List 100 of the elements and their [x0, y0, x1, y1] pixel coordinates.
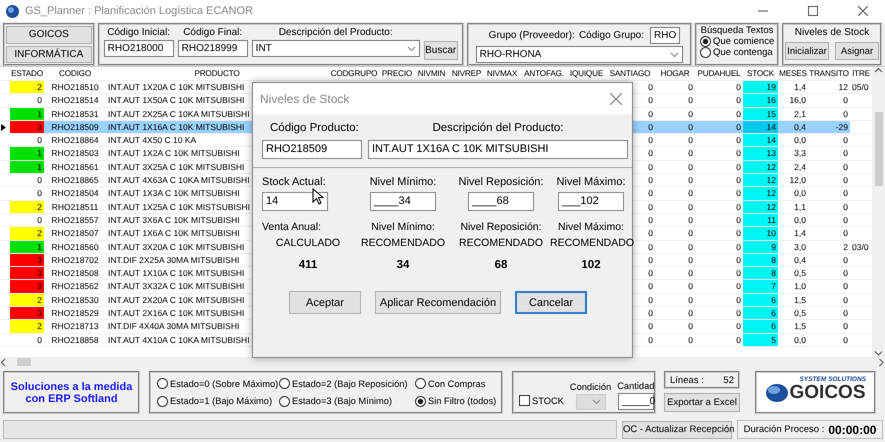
radio-button[interactable] — [279, 378, 290, 390]
input-field[interactable]: _____0 — [618, 393, 654, 410]
horizontal-scrollbar[interactable] — [0, 357, 885, 367]
table-cell: 1 — [37, 242, 42, 252]
input-field[interactable]: ___102 — [558, 192, 624, 211]
update-button[interactable]: OC - Actualizar Recepción — [622, 420, 732, 438]
table-cell: 0 — [843, 294, 848, 305]
table-cell: INT.AUT 3X20A C 10K MITSUBISHI — [108, 242, 244, 252]
column-header[interactable]: CODGRUPO — [328, 67, 380, 80]
column-header[interactable]: CODIGO — [44, 67, 106, 80]
column-header[interactable]: PRODUCTO — [106, 67, 328, 80]
maximize-icon[interactable] — [808, 6, 818, 16]
field-label: Descripción del Producto: — [432, 122, 564, 134]
export-button[interactable]: Exportar a Excel — [664, 393, 740, 412]
table-cell: INT.AUT 2X16A C 10K MITSUBISHI — [108, 308, 244, 318]
dropdown[interactable]: RHO-RHONA — [476, 46, 683, 63]
input-field[interactable]: RHO218000 — [104, 40, 174, 57]
close-icon[interactable] — [858, 6, 868, 16]
dropdown[interactable]: INT — [252, 40, 420, 57]
column-header[interactable]: NIVMIN — [414, 67, 449, 80]
table-cell: 0 — [843, 175, 848, 186]
column-header[interactable]: STOCK — [743, 67, 778, 80]
radio-label: Que comience — [713, 36, 774, 47]
scrollbar-thumb[interactable] — [874, 112, 882, 186]
table-cell: 6 — [771, 321, 776, 332]
field-label: Venta Anual: — [262, 221, 321, 233]
field-label: RECOMENDADO — [458, 237, 543, 249]
table-cell: 0 — [843, 281, 848, 292]
table-cell: 0,4 — [794, 254, 806, 265]
table-cell: 0 — [688, 135, 693, 146]
column-header[interactable]: IQUIQUE — [568, 67, 605, 80]
table-cell: 1 — [37, 108, 42, 119]
vertical-scrollbar[interactable] — [872, 67, 885, 357]
radio-button[interactable] — [415, 396, 426, 407]
duration-label: Duración Proceso : — [744, 424, 824, 435]
table-cell: 0 — [688, 148, 693, 158]
column-header[interactable]: ITRE — [850, 67, 872, 80]
table-cell: 0 — [843, 214, 848, 225]
column-header[interactable]: TRANSITO — [808, 67, 850, 80]
table-cell: 1 — [37, 162, 42, 172]
column-header[interactable]: ESTADO — [10, 67, 44, 80]
search-button[interactable]: Buscar — [424, 41, 458, 60]
radio-button[interactable] — [415, 378, 426, 390]
dialog-button[interactable]: Aceptar — [289, 291, 361, 314]
table-cell: 2 — [843, 242, 848, 252]
radio-button[interactable] — [157, 396, 168, 407]
input-field[interactable]: ____34 — [370, 192, 436, 211]
table-cell: 0,5 — [794, 268, 806, 278]
table-cell: 0 — [37, 334, 42, 345]
input-field[interactable]: RHO218999 — [178, 40, 248, 57]
brand-button[interactable]: GOICOS — [6, 26, 92, 44]
table-cell: 12 — [766, 175, 776, 186]
lines-label: Líneas : — [670, 374, 704, 386]
table-cell: INT.AUT 1X16A C 10K MITSUBISHI — [108, 122, 244, 132]
close-icon[interactable] — [610, 92, 622, 104]
radio-button[interactable] — [279, 396, 290, 407]
checkbox[interactable] — [519, 395, 530, 406]
table-cell: 0 — [736, 95, 741, 106]
table-cell: 8 — [771, 268, 776, 278]
input-field[interactable]: 14 — [262, 192, 328, 211]
table-cell: 2 — [37, 321, 42, 332]
table-cell: 0 — [648, 122, 653, 132]
swirl-icon — [765, 382, 790, 402]
table-cell: 1,4 — [794, 228, 806, 238]
scrollbar-thumb[interactable] — [17, 358, 31, 366]
dialog-button[interactable]: Aplicar Recomendación — [375, 291, 501, 314]
column-header[interactable]: SANTIAGO — [605, 67, 655, 80]
logo-text: GOICOS — [789, 382, 866, 404]
column-header[interactable]: HOGAR — [655, 67, 695, 80]
radio-button[interactable] — [700, 36, 711, 47]
toolbar-button[interactable]: Asignar — [835, 42, 879, 60]
table-cell: 12 — [838, 82, 848, 92]
table-cell: 3,3 — [794, 148, 806, 158]
column-header[interactable]: PRECIO — [380, 67, 414, 80]
table-cell: 0 — [843, 135, 848, 146]
toolbar-button[interactable]: Inicializar — [785, 42, 829, 60]
table-cell: INT.AUT 1X20A C 10K MITSUBISHI — [108, 82, 244, 92]
table-cell: RHO218562 — [51, 281, 99, 292]
table-cell: RHO218504 — [51, 188, 99, 198]
field-label: Nivel Máximo: — [556, 176, 626, 188]
table-cell: 0 — [688, 122, 693, 132]
radio-button[interactable] — [700, 47, 711, 58]
dialog-button[interactable]: Cancelar — [515, 291, 587, 314]
table-cell: 0 — [648, 82, 653, 92]
table-cell: -29 — [836, 122, 848, 132]
column-header[interactable]: NIVMAX — [484, 67, 520, 80]
table-cell: RHO218511 — [52, 202, 98, 212]
column-header[interactable]: NIVREP — [449, 67, 484, 80]
input-field[interactable]: INT.AUT 1X16A C 10K MITSUBISHI — [368, 140, 628, 159]
column-header[interactable]: MESES — [778, 67, 808, 80]
input-field[interactable]: RHO218509 — [262, 140, 362, 159]
input-field[interactable]: RHO — [650, 27, 680, 44]
column-header[interactable]: PUDAHUEL — [695, 67, 743, 80]
table-cell: 0 — [688, 188, 693, 198]
brand-button[interactable]: INFORMÁTICA — [6, 46, 92, 63]
group-title: Búsqueda Textos — [700, 25, 774, 36]
radio-button[interactable] — [157, 378, 168, 390]
column-header[interactable]: ANTOFAG. — [520, 67, 568, 80]
table-cell: 9 — [771, 242, 776, 252]
input-field[interactable]: ____68 — [468, 192, 534, 211]
